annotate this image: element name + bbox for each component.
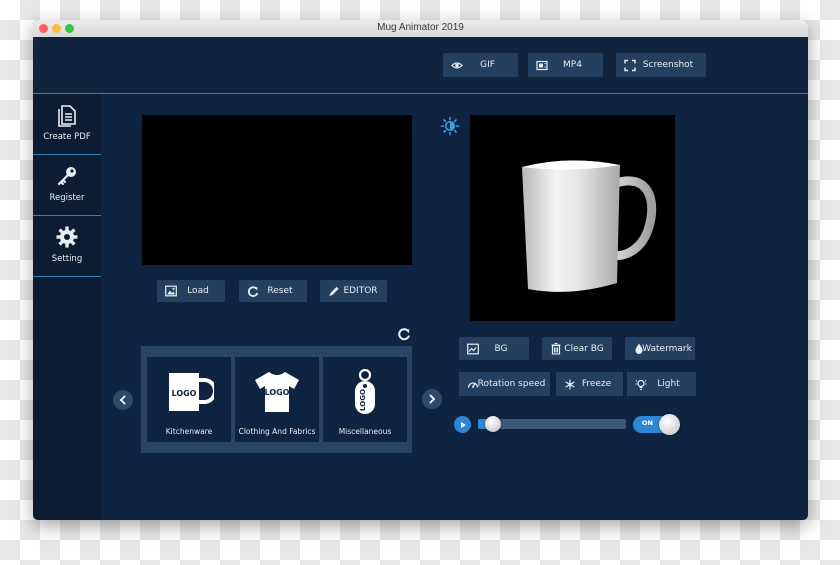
editor-button[interactable]: EDITOR	[320, 280, 387, 302]
editor-canvas[interactable]	[142, 115, 412, 265]
sidebar-item-label: Setting	[51, 254, 83, 264]
eye-icon	[450, 59, 463, 72]
load-button[interactable]: Load	[157, 280, 225, 302]
logo-text: LOGO	[172, 389, 197, 398]
category-label: Miscellaneous	[338, 427, 392, 436]
window-title: Mug Animator 2019	[377, 22, 464, 33]
category-kitchenware[interactable]: LOGO Kitchenware	[147, 357, 231, 442]
image-icon	[164, 285, 177, 298]
image-icon	[466, 342, 479, 355]
mp4-label: MP4	[563, 60, 582, 70]
tshirt-logo-icon: LOGO	[252, 369, 302, 415]
mug-3d-model	[522, 160, 657, 292]
reset-icon	[246, 285, 259, 298]
sidebar-item-setting[interactable]: Setting	[33, 216, 101, 277]
timeline-slider[interactable]	[478, 416, 626, 432]
toggle-knob	[659, 414, 680, 435]
expand-icon	[623, 59, 636, 72]
carousel-prev-button[interactable]	[113, 390, 133, 410]
mug-logo-icon: LOGO	[164, 369, 217, 415]
sidebar-item-register[interactable]: Register	[33, 155, 101, 216]
light-button[interactable]: Light	[627, 372, 696, 396]
play-icon	[460, 421, 466, 428]
carousel-next-button[interactable]	[422, 389, 442, 409]
mug-preview-canvas[interactable]	[470, 115, 675, 321]
category-label: Kitchenware	[165, 427, 213, 436]
film-icon	[535, 59, 548, 72]
watermark-button[interactable]: Watermark	[625, 337, 695, 360]
keychain-logo-icon: LOGO	[340, 368, 390, 415]
reset-label: Reset	[267, 286, 293, 296]
light-label: Light	[657, 379, 680, 389]
title-bar: Mug Animator 2019	[33, 20, 808, 38]
sidebar-item-label: Create PDF	[43, 132, 91, 142]
rotation-speed-button[interactable]: Rotation speed	[459, 372, 550, 396]
sidebar: Create PDF Register Setting	[33, 94, 101, 520]
category-label: Clothing And Fabrics	[238, 427, 316, 436]
category-miscellaneous[interactable]: LOGO Miscellaneous	[323, 357, 407, 442]
clear-bg-button[interactable]: Clear BG	[542, 337, 612, 360]
on-off-toggle[interactable]: ON	[633, 414, 680, 435]
sidebar-item-create-pdf[interactable]: Create PDF	[33, 94, 101, 155]
key-icon	[55, 164, 79, 188]
bg-label: BG	[494, 343, 508, 354]
export-toolbar: GIF MP4 Screenshot	[33, 37, 808, 94]
category-carousel: LOGO Kitchenware LOGO Clothing And Fabri…	[141, 346, 412, 453]
bg-button[interactable]: BG	[459, 337, 529, 360]
play-button[interactable]	[454, 416, 471, 433]
document-icon	[55, 103, 79, 127]
screenshot-button[interactable]: Screenshot	[616, 53, 706, 77]
bulb-icon	[634, 378, 647, 391]
toggle-label: ON	[642, 419, 653, 427]
mp4-button[interactable]: MP4	[528, 53, 603, 77]
logo-text: LOGO	[359, 389, 367, 411]
gif-button[interactable]: GIF	[443, 53, 518, 77]
gif-label: GIF	[480, 60, 495, 70]
logo-text: LOGO	[265, 388, 290, 397]
trash-icon	[549, 342, 562, 355]
pencil-icon	[327, 285, 340, 298]
load-label: Load	[187, 286, 209, 296]
chevron-left-icon	[119, 395, 126, 405]
screenshot-label: Screenshot	[642, 60, 694, 70]
sidebar-item-label: Register	[49, 193, 85, 203]
brightness-icon[interactable]	[440, 116, 460, 136]
gear-icon	[55, 225, 79, 249]
chevron-right-icon	[429, 394, 436, 404]
drop-icon	[632, 342, 645, 355]
freeze-button[interactable]: Freeze	[556, 372, 623, 396]
app-window: Mug Animator 2019 GIF MP4 Screenshot Cre…	[33, 20, 808, 520]
category-clothing-and-fabrics[interactable]: LOGO Clothing And Fabrics	[235, 357, 319, 442]
refresh-icon[interactable]	[397, 326, 411, 341]
gauge-icon	[466, 378, 479, 391]
timeline-slider-thumb[interactable]	[484, 416, 501, 432]
reset-button[interactable]: Reset	[239, 280, 307, 302]
snowflake-icon	[563, 378, 576, 391]
